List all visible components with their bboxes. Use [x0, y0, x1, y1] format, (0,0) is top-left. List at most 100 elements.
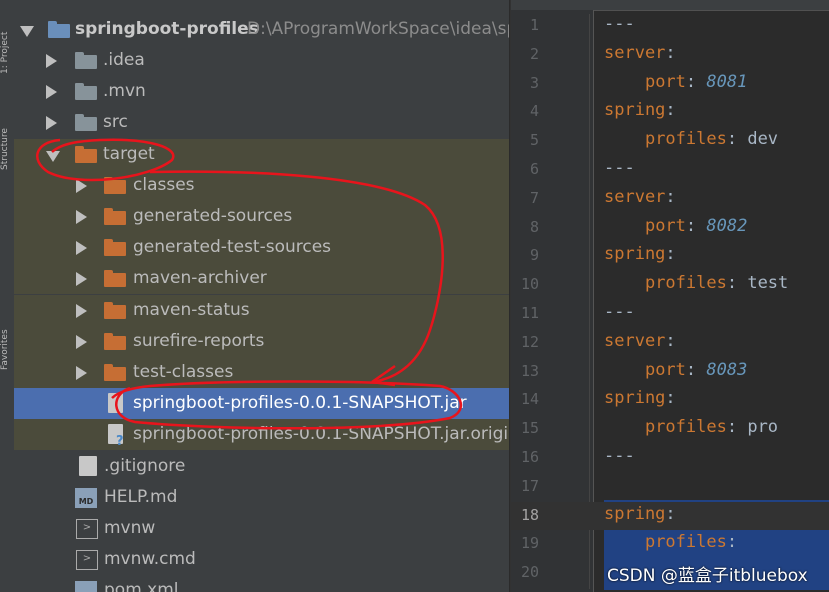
- code-token: :: [665, 186, 676, 207]
- folder-body: [104, 179, 126, 194]
- tree-row-root[interactable]: springboot-profiles D:\AProgramWorkSpace\…: [14, 14, 509, 45]
- code-line[interactable]: 8 port: 8082: [511, 214, 829, 242]
- tree-row-pom-xml[interactable]: pom.xml: [14, 575, 509, 592]
- tree-row-mvnw[interactable]: > mvnw: [14, 513, 509, 544]
- tree-row-generated-sources[interactable]: generated-sources: [14, 201, 509, 232]
- code-line[interactable]: 7 server:: [511, 185, 829, 213]
- code-line[interactable]: 6 ---: [511, 156, 829, 184]
- tree-item-label: .gitignore: [104, 455, 186, 476]
- tree-row-maven-archiver[interactable]: maven-archiver: [14, 263, 509, 295]
- collapse-arrow-icon[interactable]: [76, 241, 87, 256]
- tree-row-classes[interactable]: classes: [14, 169, 509, 201]
- expand-arrow-icon[interactable]: [46, 150, 60, 162]
- collapse-arrow-icon[interactable]: [76, 210, 87, 224]
- project-tree-panel: springboot-profiles D:\AProgramWorkSpace\…: [14, 0, 509, 592]
- line-number: 20: [520, 563, 539, 582]
- collapse-arrow-icon[interactable]: [76, 303, 87, 318]
- code-text: port: 8083: [604, 360, 747, 380]
- code-line[interactable]: 4 spring:: [511, 98, 829, 126]
- code-line[interactable]: 5 profiles: dev: [511, 127, 829, 155]
- code-token: :: [665, 42, 676, 63]
- tree-row-gitignore[interactable]: .gitignore: [14, 451, 509, 482]
- project-tool-tab[interactable]: 1: Project: [0, 4, 12, 74]
- tree-row-maven-status[interactable]: maven-status: [14, 294, 509, 326]
- code-token: :: [665, 100, 676, 121]
- tree-item-label: maven-status: [133, 299, 250, 320]
- folder-body: [75, 117, 97, 132]
- collapse-arrow-icon[interactable]: [76, 366, 87, 380]
- code-text: port: 8081: [604, 72, 747, 92]
- line-number: 9: [529, 246, 539, 265]
- code-line[interactable]: 2 server:: [511, 41, 829, 69]
- folder-body: [104, 273, 126, 288]
- tree-row-test-classes[interactable]: test-classes: [14, 357, 509, 388]
- code-token: test: [747, 273, 789, 294]
- tree-item-label: maven-archiver: [133, 268, 267, 289]
- tree-row-springboot-profiles-0-0-1-snapshot-jar-origin[interactable]: ? springboot-profiles-0.0.1-SNAPSHOT.jar.…: [14, 419, 509, 451]
- line-number: 3: [529, 73, 539, 92]
- line-number: 10: [520, 275, 539, 294]
- collapse-arrow-icon[interactable]: [46, 116, 57, 131]
- code-line[interactable]: 1 ---: [511, 12, 829, 40]
- code-line[interactable]: 10 profiles: test: [511, 271, 829, 299]
- tree-row-help-md[interactable]: MD HELP.md: [14, 482, 509, 513]
- code-text: ---: [604, 14, 635, 34]
- watermark: CSDN @蓝盒子itbluebox: [607, 566, 808, 586]
- left-tool-strip: 1: Project Structure Favorites: [0, 0, 15, 592]
- tree-row-generated-test-sources[interactable]: generated-test-sources: [14, 232, 509, 264]
- code-line[interactable]: 18 spring:: [511, 501, 829, 530]
- expand-arrow-icon[interactable]: [20, 26, 34, 37]
- code-line[interactable]: 12 server:: [511, 329, 829, 357]
- folder-body: [104, 242, 126, 257]
- tree-row-surefire-reports[interactable]: surefire-reports: [14, 325, 509, 357]
- collapse-arrow-icon[interactable]: [76, 178, 87, 193]
- code-line[interactable]: 17: [511, 473, 829, 501]
- code-token: :: [685, 71, 707, 92]
- code-line[interactable]: 13 port: 8083: [511, 358, 829, 386]
- editor-panel: 1 --- 2 server: 3 port: 8081 4 spring: 5 profil…: [510, 0, 829, 592]
- tree-item-label: pom.xml: [104, 580, 179, 592]
- code-line[interactable]: 3 port: 8081: [511, 70, 829, 98]
- code-line[interactable]: 16 ---: [511, 444, 829, 472]
- tree-item-label: target: [103, 143, 155, 164]
- code-line[interactable]: 11 ---: [511, 300, 829, 328]
- code-line[interactable]: 9 spring:: [511, 242, 829, 270]
- line-number: 4: [529, 102, 539, 121]
- line-number: 8: [529, 217, 539, 236]
- tree-row-mvnw-cmd[interactable]: > mvnw.cmd: [14, 544, 509, 575]
- collapse-arrow-icon[interactable]: [76, 334, 87, 349]
- structure-tool-tab[interactable]: Structure: [0, 110, 12, 170]
- line-number: 1: [529, 16, 539, 34]
- code-text: server:: [604, 43, 676, 63]
- code-line[interactable]: 19 profiles:: [511, 530, 829, 558]
- code-token: port: [644, 71, 686, 92]
- favorites-tool-tab[interactable]: Favorites: [0, 220, 12, 370]
- tree-item-label: mvnw: [104, 518, 156, 538]
- markdown-file-icon: [75, 581, 97, 592]
- code-token: :: [726, 129, 748, 150]
- tree-row-idea[interactable]: .idea: [14, 45, 509, 76]
- tree-row-mvn[interactable]: .mvn: [14, 76, 509, 107]
- code-token: ---: [604, 14, 635, 34]
- tree-row-target[interactable]: target: [14, 138, 509, 170]
- code-text: profiles: dev: [604, 129, 778, 149]
- line-number: 17: [520, 476, 539, 495]
- code-line[interactable]: 15 profiles: pro: [511, 415, 829, 443]
- collapse-arrow-icon[interactable]: [46, 85, 57, 100]
- folder-icon: [75, 52, 97, 69]
- tree-item-label: springboot-profiles-0.0.1-SNAPSHOT.jar.o…: [133, 424, 509, 445]
- code-token: profiles: [644, 273, 727, 294]
- code-line[interactable]: 14 spring:: [511, 386, 829, 414]
- tree-row-src[interactable]: src: [14, 107, 509, 138]
- collapse-arrow-icon[interactable]: [76, 272, 87, 287]
- code-token: server: [604, 186, 666, 207]
- code-token: profiles: [644, 417, 727, 438]
- folder-icon: [104, 301, 126, 319]
- collapse-arrow-icon[interactable]: [46, 54, 57, 68]
- code-token: :: [665, 388, 676, 409]
- tree-row-springboot-profiles-0-0-1-snapshot-jar[interactable]: springboot-profiles-0.0.1-SNAPSHOT.jar: [14, 388, 509, 420]
- code-token: spring: [604, 244, 666, 265]
